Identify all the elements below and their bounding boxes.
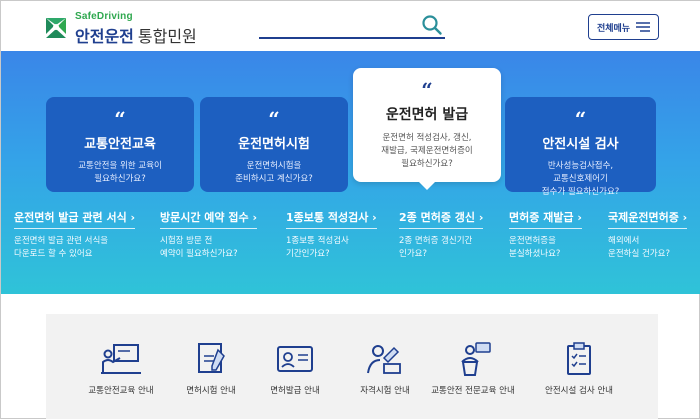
- certification-icon: [367, 345, 401, 374]
- card-desc-line: 필요하신가요?: [401, 159, 453, 169]
- quick-link-description: 시험장 방문 전예약이 필요하신가요?: [160, 235, 257, 261]
- header: SafeDriving 안전운전 통합민원 전체메뉴: [1, 1, 700, 51]
- quick-link-desc-line: 1종보통 적성검사: [286, 236, 349, 246]
- site-logo[interactable]: SafeDriving 안전운전 통합민원: [43, 11, 203, 47]
- card-license-issuance[interactable]: “ 운전면허 발급 운전면허 적성검사, 갱신, 재발급, 국제운전면허증이필요하…: [353, 68, 501, 182]
- card-desc-line: 재발급, 국제운전면허증이: [381, 146, 473, 156]
- search-bar: [259, 13, 445, 39]
- card-description: 반사성능검사접수, 교통신호제어기접수가 필요하신가요?: [505, 160, 656, 199]
- lecture-icon: [101, 344, 141, 374]
- quick-link-desc-line: 다운로드 할 수 있어요: [14, 249, 93, 259]
- card-description: 운전면허시험을준비하시고 계신가요?: [200, 160, 348, 186]
- quick-link-desc-line: 예약이 필요하신가요?: [160, 249, 238, 259]
- quick-link-desc-line: 운전면허 발급 관련 서식을: [14, 236, 109, 246]
- service-guides: 교통안전교육 안내 면허시험 안내 면허발급 안내 자격시험 안내 교통안전 전…: [46, 314, 658, 419]
- logo-subtitle: SafeDriving: [75, 11, 133, 22]
- card-title: 운전면허 발급: [385, 107, 469, 123]
- card-license-exam[interactable]: “ 운전면허시험 운전면허시험을준비하시고 계신가요?: [200, 97, 348, 192]
- checklist-icon: [567, 342, 591, 375]
- card-title: 교통안전교육: [84, 137, 156, 152]
- quick-link-class1-aptitude-test[interactable]: 1종보통 적성검사 › 1종보통 적성검사기간인가요?: [286, 206, 377, 261]
- quick-link-international-license[interactable]: 국제운전면허증 › 해외에서운전하실 건가요?: [608, 206, 688, 261]
- quick-link-desc-line: 기간인가요?: [286, 249, 330, 259]
- quick-link-visit-reservation[interactable]: 방문시간 예약 접수 › 시험장 방문 전예약이 필요하신가요?: [160, 206, 257, 261]
- search-icon[interactable]: [421, 14, 443, 36]
- card-safety-facility-inspection[interactable]: “ 안전시설 검사 반사성능검사접수, 교통신호제어기접수가 필요하신가요?: [505, 97, 656, 197]
- quick-link-license-reissue[interactable]: 면허증 재발급 › 운전면허증을분실하셨나요?: [509, 206, 582, 261]
- logo-title-main: 안전운전: [75, 27, 134, 46]
- card-description: 운전면허 적성검사, 갱신, 재발급, 국제운전면허증이필요하신가요?: [353, 132, 501, 171]
- service-label: 안전시설 검사 안내: [545, 386, 613, 396]
- quick-link-title[interactable]: 운전면허 발급 관련 서식 ›: [14, 209, 136, 229]
- card-desc-line: 반사성능검사접수,: [547, 161, 614, 171]
- license-card-icon: [277, 346, 313, 372]
- quote-mark: “: [421, 78, 433, 102]
- quick-link-description: 2종 면허증 갱신기간인가요?: [399, 235, 483, 261]
- quick-link-desc-line: 운전면허증을: [509, 236, 556, 246]
- hamburger-icon: [636, 22, 651, 32]
- quick-link-description: 1종보통 적성검사기간인가요?: [286, 235, 377, 261]
- card-desc-line: 교통안전을 위한 교육이: [78, 161, 162, 171]
- quick-link-class2-renewal[interactable]: 2종 면허증 갱신 › 2종 면허증 갱신기간인가요?: [399, 206, 484, 261]
- card-desc-line: 운전면허시험을: [246, 161, 302, 171]
- service-professional-education[interactable]: 교통안전 전문교육 안내: [418, 342, 528, 396]
- service-label: 교통안전 전문교육 안내: [431, 386, 515, 396]
- quick-link-desc-line: 분실하셨나요?: [509, 249, 561, 259]
- card-desc-line: 교통신호제어기: [553, 174, 608, 184]
- quote-mark: “: [574, 107, 587, 131]
- quick-link-desc-line: 2종 면허증 갱신기간: [399, 236, 473, 246]
- card-desc-line: 운전면허 적성검사, 갱신,: [382, 133, 472, 143]
- card-description: 교통안전을 위한 교육이필요하신가요?: [46, 160, 194, 186]
- logo-title-tail: 통합민원: [137, 27, 197, 46]
- quick-link-desc-line: 해외에서: [608, 236, 640, 246]
- quick-link-title[interactable]: 방문시간 예약 접수 ›: [160, 209, 257, 229]
- service-safety-facility-inspection[interactable]: 안전시설 검사 안내: [524, 342, 634, 396]
- quote-mark: “: [114, 107, 126, 131]
- card-traffic-safety-education[interactable]: “ 교통안전교육 교통안전을 위한 교육이필요하신가요?: [46, 97, 194, 192]
- card-title: 운전면허시험: [238, 137, 310, 152]
- quick-link-title[interactable]: 국제운전면허증 ›: [608, 209, 688, 229]
- quick-link-title[interactable]: 면허증 재발급 ›: [509, 209, 582, 229]
- quick-link-desc-line: 시험장 방문 전: [160, 236, 213, 246]
- active-card-pointer: [418, 181, 436, 190]
- quick-link-description: 운전면허증을분실하셨나요?: [509, 235, 582, 261]
- search-input[interactable]: [259, 13, 409, 35]
- quick-link-title[interactable]: 2종 면허증 갱신 ›: [399, 209, 484, 229]
- card-desc-line: 접수가 필요하신가요?: [541, 187, 620, 197]
- full-menu-button[interactable]: 전체메뉴: [588, 14, 659, 40]
- logo-title: 안전운전 통합민원: [75, 23, 197, 47]
- quick-link-desc-line: 운전하실 건가요?: [608, 249, 670, 259]
- card-desc-line: 준비하시고 계신가요?: [235, 174, 313, 184]
- quote-mark: “: [268, 107, 280, 131]
- full-menu-label: 전체메뉴: [596, 23, 631, 34]
- hero-section: “ 교통안전교육 교통안전을 위한 교육이 필요하신가요? “ 운전면허시험 운전…: [1, 51, 700, 294]
- exam-icon: [198, 343, 225, 373]
- quick-link-title[interactable]: 1종보통 적성검사 ›: [286, 209, 377, 229]
- quick-link-description: 운전면허 발급 관련 서식을다운로드 할 수 있어요: [14, 235, 135, 261]
- quick-link-license-forms[interactable]: 운전면허 발급 관련 서식 › 운전면허 발급 관련 서식을다운로드 할 수 있…: [14, 206, 136, 261]
- card-title: 안전시설 검사: [542, 137, 619, 152]
- logo-cross-icon: [46, 18, 66, 38]
- speaker-podium-icon: [461, 342, 491, 376]
- quick-link-description: 해외에서운전하실 건가요?: [608, 235, 687, 261]
- quick-link-desc-line: 인가요?: [399, 249, 427, 259]
- card-desc-line: 필요하신가요?: [94, 174, 146, 184]
